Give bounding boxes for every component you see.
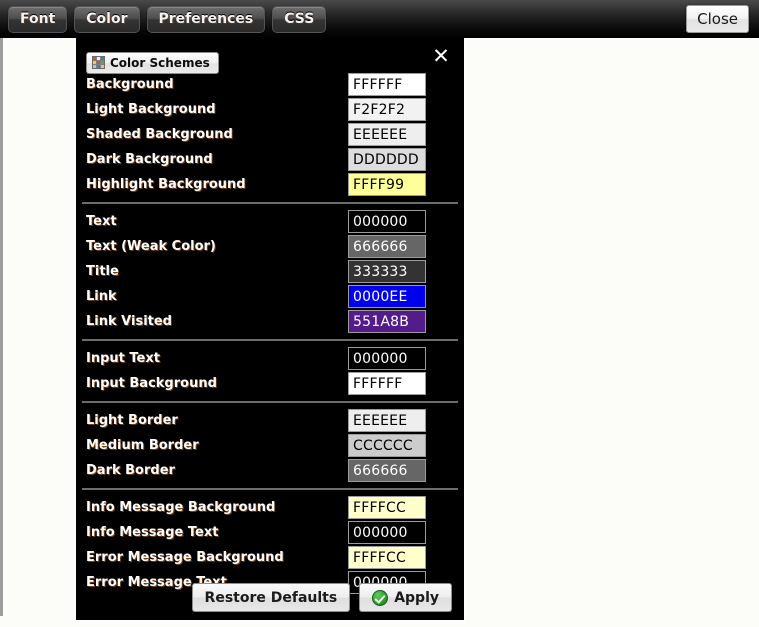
color-row-label: Light Background: [86, 102, 348, 117]
color-swatch-field[interactable]: FFFFFF: [348, 372, 426, 395]
color-row-label: Info Message Text: [86, 525, 348, 540]
top-toolbar: Font Color Preferences CSS Close: [0, 0, 759, 38]
color-swatch-field[interactable]: FFFF99: [348, 173, 426, 196]
color-row: Link Visited551A8B: [76, 309, 464, 334]
group-separator: [82, 202, 458, 204]
color-rows-area: BackgroundFFFFFFLight BackgroundF2F2F2Sh…: [76, 72, 464, 595]
color-row: Link0000EE: [76, 284, 464, 309]
toolbar-button-group: Font Color Preferences CSS: [8, 6, 333, 33]
color-grid-cell-5: [101, 61, 104, 64]
color-row-label: Dark Background: [86, 152, 348, 167]
color-row: Text (Weak Color)666666: [76, 234, 464, 259]
color-swatch-field[interactable]: FFFFCC: [348, 546, 426, 569]
tab-css-label: CSS: [284, 11, 314, 27]
tab-css[interactable]: CSS: [272, 6, 326, 33]
restore-defaults-label: Restore Defaults: [205, 590, 338, 606]
color-row: BackgroundFFFFFF: [76, 72, 464, 97]
color-swatch-field[interactable]: 666666: [348, 459, 426, 482]
color-row-label: Link: [86, 289, 348, 304]
tab-color[interactable]: Color: [74, 6, 139, 33]
color-row: Light BackgroundF2F2F2: [76, 97, 464, 122]
color-swatch-field[interactable]: 666666: [348, 235, 426, 258]
restore-defaults-button[interactable]: Restore Defaults: [192, 583, 351, 612]
color-row-label: Light Border: [86, 413, 348, 428]
tab-color-label: Color: [86, 11, 127, 27]
color-row: Light BorderEEEEEE: [76, 408, 464, 433]
color-grid-cell-8: [101, 65, 104, 68]
color-row: Info Message Text000000: [76, 520, 464, 545]
color-schemes-label: Color Schemes: [110, 56, 210, 70]
apply-label: Apply: [394, 590, 439, 606]
color-row-label: Title: [86, 264, 348, 279]
color-grid-cell-3: [93, 61, 96, 64]
close-x-icon[interactable]: ✕: [430, 46, 452, 68]
dialog-header: Color Schemes ✕: [76, 38, 464, 72]
color-swatch-field[interactable]: 551A8B: [348, 310, 426, 333]
color-row: Dark BackgroundDDDDDD: [76, 147, 464, 172]
color-row: Dark Border666666: [76, 458, 464, 483]
color-row-label: Input Text: [86, 351, 348, 366]
color-swatch-field[interactable]: FFFFFF: [348, 73, 426, 96]
color-row-label: Dark Border: [86, 463, 348, 478]
color-swatch-field[interactable]: 000000: [348, 521, 426, 544]
color-group-message-colors: Info Message BackgroundFFFFCCInfo Messag…: [76, 495, 464, 595]
color-swatch-field[interactable]: 0000EE: [348, 285, 426, 308]
color-row-label: Text (Weak Color): [86, 239, 348, 254]
green-check-icon: [372, 590, 388, 606]
color-row: Text000000: [76, 209, 464, 234]
tab-font[interactable]: Font: [8, 6, 67, 33]
color-row: Input BackgroundFFFFFF: [76, 371, 464, 396]
group-separator: [82, 339, 458, 341]
color-row-label: Medium Border: [86, 438, 348, 453]
color-grid-cell-0: [93, 57, 96, 60]
color-row-label: Highlight Background: [86, 177, 348, 192]
color-swatch-field[interactable]: 000000: [348, 210, 426, 233]
color-swatch-field[interactable]: CCCCCC: [348, 434, 426, 457]
color-grid-cell-1: [97, 57, 100, 60]
color-row-label: Error Message Background: [86, 550, 348, 565]
color-row-label: Shaded Background: [86, 127, 348, 142]
color-group-text-colors: Text000000Text (Weak Color)666666Title33…: [76, 209, 464, 334]
color-swatch-field[interactable]: EEEEEE: [348, 123, 426, 146]
color-grid-cell-4: [97, 61, 100, 64]
color-swatch-field[interactable]: F2F2F2: [348, 98, 426, 121]
color-swatch-field[interactable]: 333333: [348, 260, 426, 283]
group-separator: [82, 488, 458, 490]
color-swatch-field[interactable]: EEEEEE: [348, 409, 426, 432]
dialog-footer: Restore Defaults Apply: [76, 583, 464, 612]
color-swatch-field[interactable]: DDDDDD: [348, 148, 426, 171]
close-button[interactable]: Close: [686, 5, 749, 33]
color-schemes-button[interactable]: Color Schemes: [86, 52, 219, 74]
color-row: Info Message BackgroundFFFFCC: [76, 495, 464, 520]
color-row-label: Text: [86, 214, 348, 229]
color-row: Highlight BackgroundFFFF99: [76, 172, 464, 197]
color-row: Input Text000000: [76, 346, 464, 371]
close-button-label: Close: [697, 10, 738, 28]
tab-preferences[interactable]: Preferences: [147, 6, 266, 33]
color-grid-icon: [92, 56, 105, 69]
tab-preferences-label: Preferences: [159, 11, 254, 27]
tab-font-label: Font: [20, 11, 55, 27]
color-swatch-field[interactable]: 000000: [348, 347, 426, 370]
color-group-border-colors: Light BorderEEEEEEMedium BorderCCCCCCDar…: [76, 408, 464, 483]
color-swatch-field[interactable]: FFFFCC: [348, 496, 426, 519]
color-row-label: Background: [86, 77, 348, 92]
color-grid-cell-2: [101, 57, 104, 60]
color-row: Title333333: [76, 259, 464, 284]
color-row: Error Message BackgroundFFFFCC: [76, 545, 464, 570]
color-grid-cell-7: [97, 65, 100, 68]
color-group-input-colors: Input Text000000Input BackgroundFFFFFF: [76, 346, 464, 396]
color-settings-dialog: Color Schemes ✕ BackgroundFFFFFFLight Ba…: [74, 38, 466, 622]
color-row-label: Input Background: [86, 376, 348, 391]
color-row: Shaded BackgroundEEEEEE: [76, 122, 464, 147]
color-grid-cell-6: [93, 65, 96, 68]
color-row-label: Link Visited: [86, 314, 348, 329]
apply-button[interactable]: Apply: [359, 583, 452, 612]
color-group-backgrounds: BackgroundFFFFFFLight BackgroundF2F2F2Sh…: [76, 72, 464, 197]
color-row-label: Info Message Background: [86, 500, 348, 515]
group-separator: [82, 401, 458, 403]
color-row: Medium BorderCCCCCC: [76, 433, 464, 458]
